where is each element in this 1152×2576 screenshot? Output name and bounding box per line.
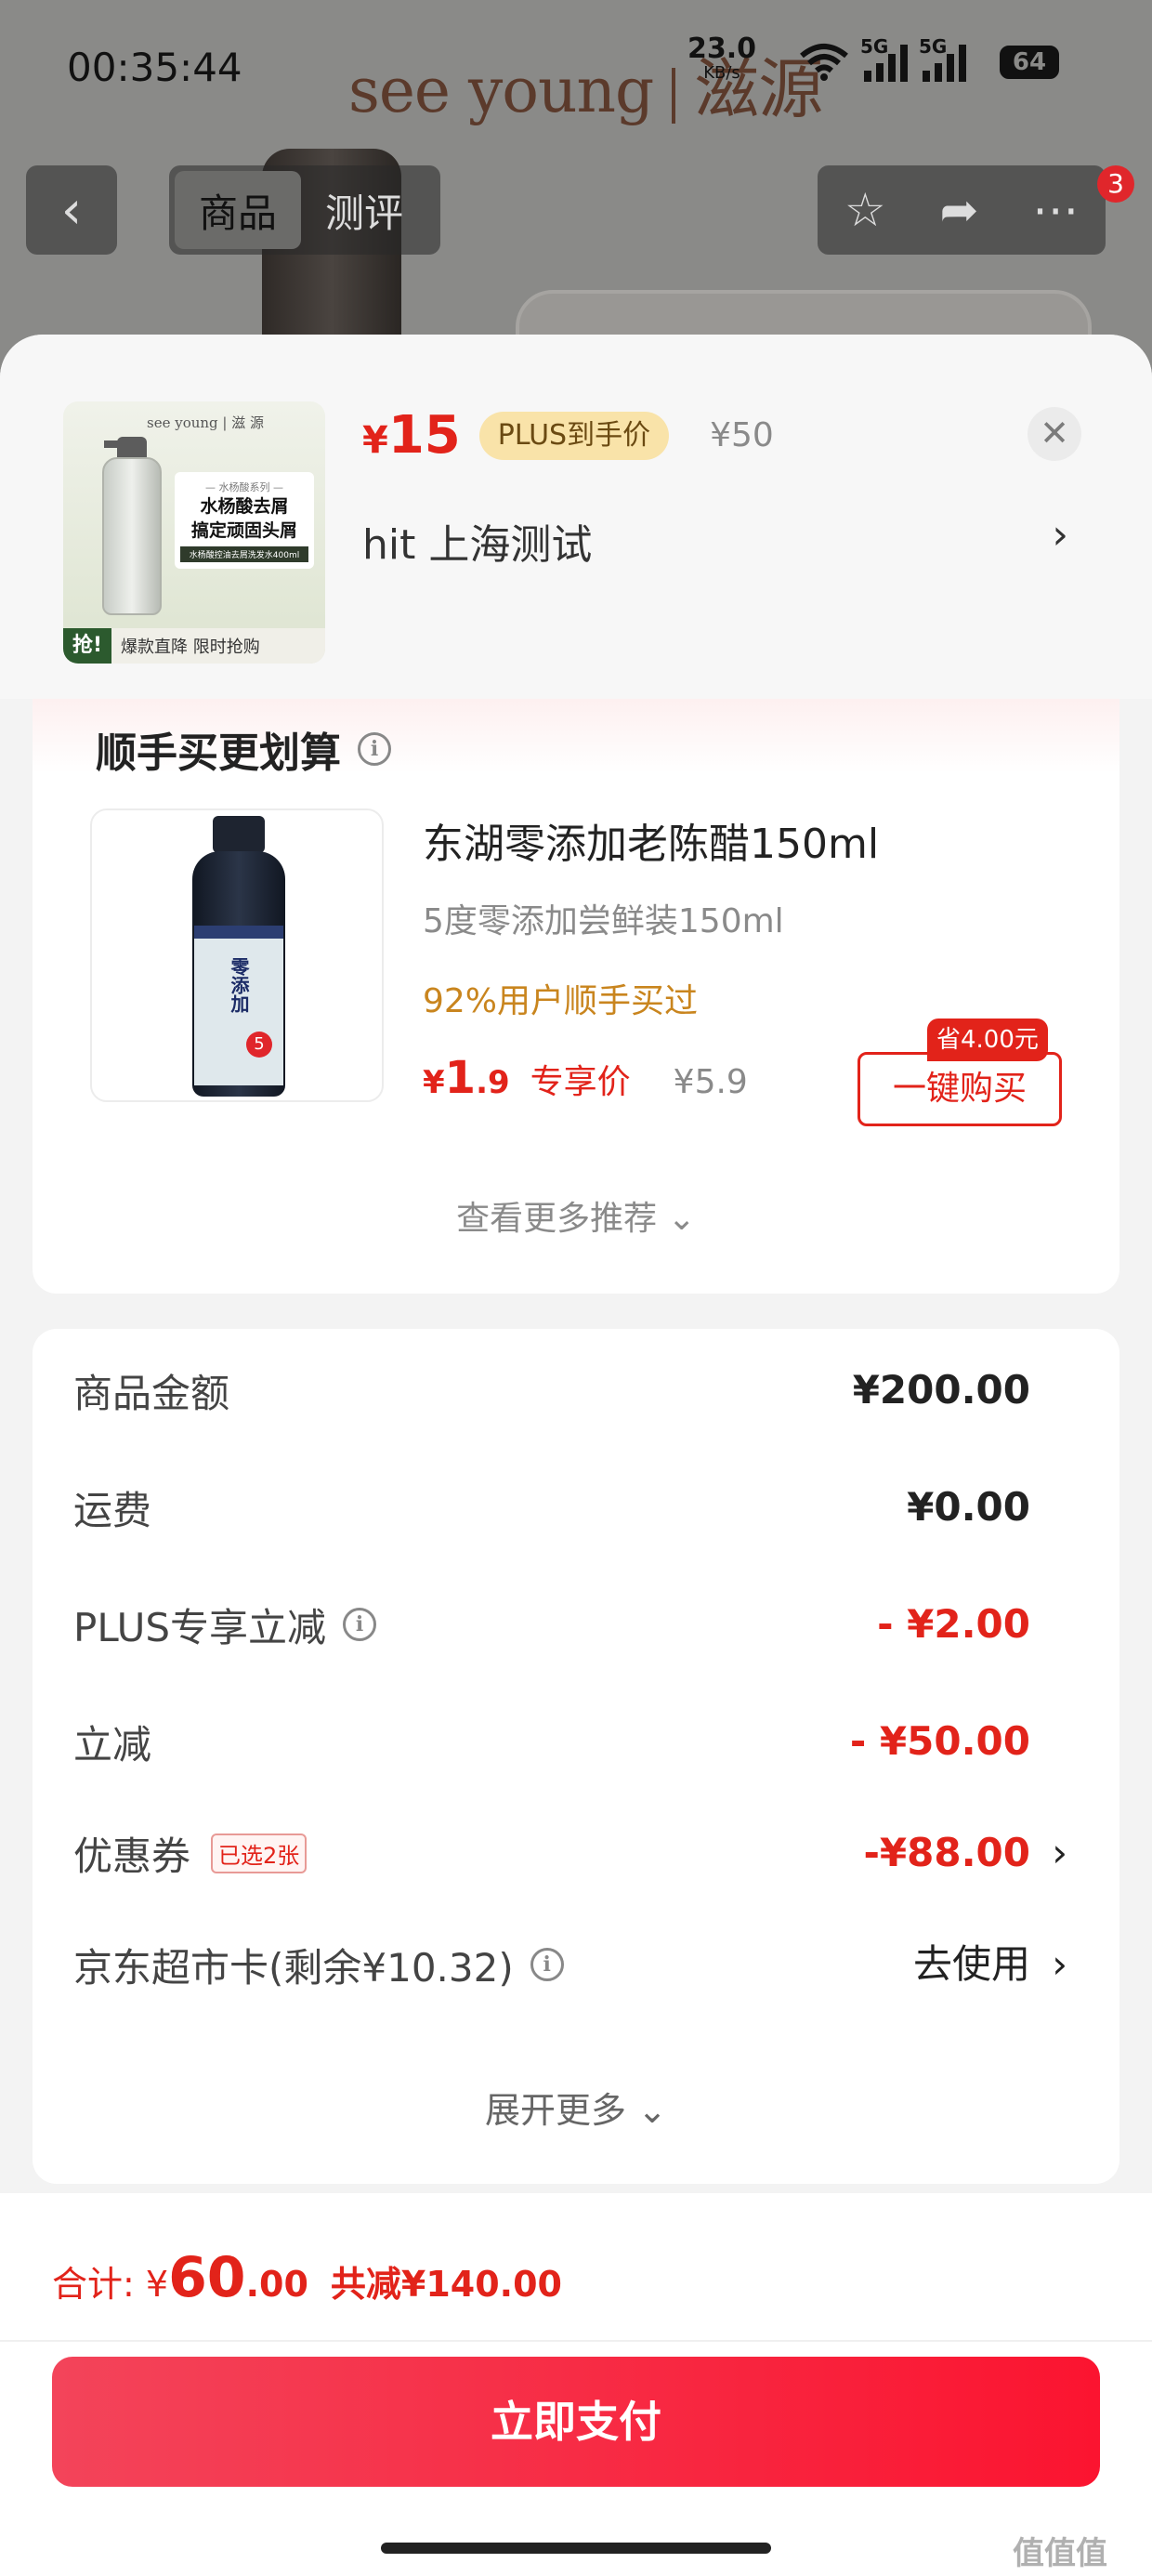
info-icon[interactable]: i bbox=[358, 732, 391, 766]
address-text: hit 上海测试 bbox=[362, 521, 593, 569]
recommend-item-price: ¥1.9 专享价 ¥5.9 bbox=[423, 1052, 748, 1104]
chevron-right-icon: › bbox=[1052, 511, 1068, 559]
status-icons: 5G 5G 64 bbox=[799, 35, 1059, 82]
wifi-icon bbox=[800, 44, 848, 81]
signal-icon: 5G bbox=[919, 35, 966, 82]
cost-row-instant-discount: 立减 - ¥50.00 bbox=[73, 1718, 1030, 1768]
thumbnail-promo-card: — 水杨酸系列 — 水杨酸去屑 搞定顽固头屑 水杨酸控油去屑洗发水400ml bbox=[175, 472, 314, 569]
close-icon: ✕ bbox=[1040, 413, 1069, 453]
thumbnail-promo-strip: 抢! 爆款直降 限时抢购 bbox=[63, 628, 325, 664]
plus-price-badge: PLUS到手价 bbox=[478, 411, 670, 460]
chevron-down-icon: ⌄ bbox=[637, 2090, 667, 2131]
cost-row-coupon[interactable]: 优惠券 已选2张 -¥88.00 › bbox=[73, 1816, 1067, 1890]
tab-product[interactable]: 商品 bbox=[175, 171, 302, 249]
status-net-speed: 23.0 KB/s bbox=[687, 33, 757, 84]
cost-row-shipping: 运费 ¥0.00 bbox=[73, 1484, 1030, 1533]
signal-icon: 5G bbox=[860, 35, 908, 82]
recommend-item-spec: 5度零添加尝鲜装150ml bbox=[423, 902, 784, 940]
close-button[interactable]: ✕ bbox=[1028, 407, 1081, 461]
cost-breakdown: 商品金额 ¥200.00 运费 ¥0.00 PLUS专享立减 i - ¥2.00 … bbox=[33, 1329, 1119, 2184]
product-summary: see young | 滋 源 — 水杨酸系列 — 水杨酸去屑 搞定顽固头屑 水… bbox=[0, 335, 1152, 699]
corner-watermark: 值值值 bbox=[1013, 2535, 1107, 2572]
recommend-card: 顺手买更划算 i 零添加 5 东湖零添加老陈醋150ml 5度零添加尝鲜装150… bbox=[33, 699, 1119, 1294]
status-bar: 00:35:44 23.0 KB/s 5G 5G 64 bbox=[0, 0, 1152, 139]
total-discount: 共减¥140.00 bbox=[330, 2264, 562, 2305]
checkout-sheet: see young | 滋 源 — 水杨酸系列 — 水杨酸去屑 搞定顽固头屑 水… bbox=[0, 335, 1152, 2576]
chevron-left-icon: ‹ bbox=[60, 179, 83, 241]
nav-tabs: 商品 测评 bbox=[169, 165, 440, 255]
cost-row-plus-discount: PLUS专享立减 i - ¥2.00 bbox=[73, 1601, 1030, 1650]
cost-row-supermarket-card[interactable]: 京东超市卡(剩余¥10.32) i 去使用 › bbox=[73, 1927, 1067, 2002]
more-recommend-link[interactable]: 查看更多推荐 ⌄ bbox=[33, 1191, 1119, 1240]
expand-more-link[interactable]: 展开更多 ⌄ bbox=[33, 2082, 1119, 2133]
more-icon[interactable]: ⋯ bbox=[1032, 183, 1079, 237]
chevron-right-icon: › bbox=[1052, 1941, 1067, 1987]
home-indicator[interactable] bbox=[381, 2543, 771, 2554]
original-price: ¥50 bbox=[710, 416, 774, 454]
message-count-badge: 3 bbox=[1097, 165, 1134, 203]
divider bbox=[0, 2340, 1152, 2342]
recommend-item-rate: 92%用户顺手买过 bbox=[423, 982, 699, 1020]
pay-now-button[interactable]: 立即支付 bbox=[52, 2357, 1100, 2487]
back-button[interactable]: ‹ bbox=[26, 165, 117, 255]
battery-icon: 64 bbox=[1000, 46, 1059, 79]
vinegar-product-image[interactable]: 零添加 5 bbox=[90, 808, 384, 1102]
share-icon[interactable]: ➦ bbox=[939, 183, 978, 237]
tab-review[interactable]: 测评 bbox=[301, 171, 427, 249]
current-price: ¥15 bbox=[362, 405, 461, 466]
product-thumbnail: see young | 滋 源 — 水杨酸系列 — 水杨酸去屑 搞定顽固头屑 水… bbox=[63, 401, 325, 664]
price-row: ¥15 PLUS到手价 ¥50 bbox=[362, 405, 774, 466]
status-time: 00:35:44 bbox=[67, 45, 242, 90]
info-icon[interactable]: i bbox=[530, 1948, 564, 1981]
chevron-right-icon: › bbox=[1052, 1830, 1067, 1875]
chevron-down-icon: ⌄ bbox=[667, 1200, 696, 1238]
star-icon[interactable]: ☆ bbox=[844, 183, 886, 237]
nav-actions: ☆ ➦ ⋯ bbox=[818, 165, 1106, 255]
total-amount: 60 bbox=[168, 2245, 246, 2310]
shampoo-bottle-image bbox=[102, 457, 162, 615]
info-icon[interactable]: i bbox=[343, 1608, 377, 1641]
checkout-footer: 合计: ¥ 60 .00 共减¥140.00 立即支付 值值值 bbox=[0, 2193, 1152, 2576]
one-click-buy-button[interactable]: 一键购买 bbox=[857, 1052, 1062, 1126]
recommend-item-name[interactable]: 东湖零添加老陈醋150ml bbox=[423, 810, 879, 870]
coupon-count-badge: 已选2张 bbox=[211, 1833, 308, 1873]
total-summary: 合计: ¥ 60 .00 共减¥140.00 bbox=[52, 2245, 562, 2310]
cost-row-goods: 商品金额 ¥200.00 bbox=[73, 1367, 1030, 1416]
address-selector[interactable]: hit 上海测试 › bbox=[362, 511, 1087, 571]
recommend-title: 顺手买更划算 i bbox=[96, 719, 391, 779]
save-amount-badge: 省4.00元 bbox=[927, 1019, 1048, 1061]
